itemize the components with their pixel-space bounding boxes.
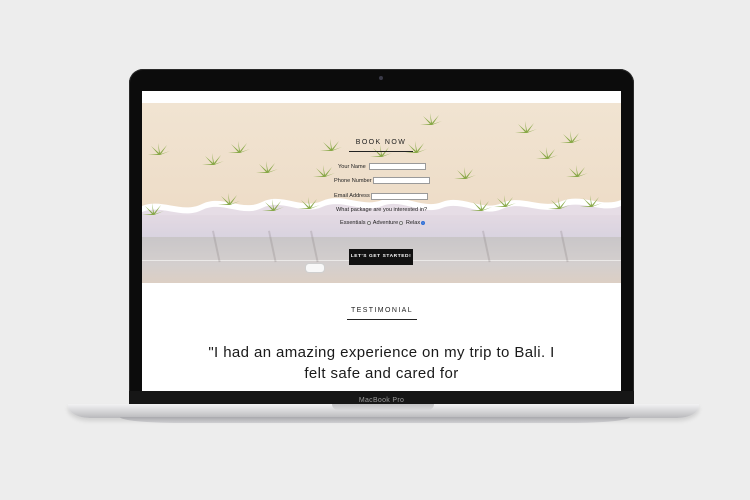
radio-adventure[interactable] — [399, 220, 404, 225]
hero-banner: BOOK NOW Your Name Phone Number Email Ad… — [142, 103, 621, 283]
laptop-base-bottom — [120, 417, 630, 423]
get-started-button[interactable]: LET'S GET STARTED! — [349, 249, 413, 265]
testimonial-underline — [347, 319, 417, 320]
testimonial-heading: TESTIMONIAL — [350, 307, 414, 314]
radio-essentials[interactable] — [366, 220, 371, 225]
book-now-underline — [349, 151, 413, 152]
package-label-adventure: Adventure — [372, 220, 399, 226]
bottom-bezel: MacBook Pro — [129, 391, 634, 405]
package-question: What package are you interested in? — [336, 207, 428, 213]
name-label: Your Name — [338, 164, 366, 170]
phone-label: Phone Number — [334, 178, 372, 184]
book-now-heading: BOOK NOW — [355, 139, 407, 146]
laptop-base — [68, 404, 699, 418]
camera-icon — [379, 76, 383, 80]
radio-relax[interactable] — [421, 220, 426, 225]
site-top-bar — [142, 91, 621, 103]
screen: BOOK NOW Your Name Phone Number Email Ad… — [142, 91, 621, 391]
phone-input[interactable] — [373, 177, 430, 184]
name-input[interactable] — [369, 163, 426, 170]
email-input[interactable] — [371, 193, 428, 200]
laptop-lid: BOOK NOW Your Name Phone Number Email Ad… — [129, 69, 634, 405]
package-options: Essentials Adventure Relax — [340, 220, 426, 226]
email-label: Email Address — [334, 193, 370, 199]
device-label: MacBook Pro — [358, 397, 405, 404]
package-label-relax: Relax — [405, 220, 421, 226]
package-label-essentials: Essentials — [340, 220, 366, 226]
base-notch — [332, 404, 434, 410]
testimonial-quote: "I had an amazing experience on my trip … — [208, 344, 555, 382]
